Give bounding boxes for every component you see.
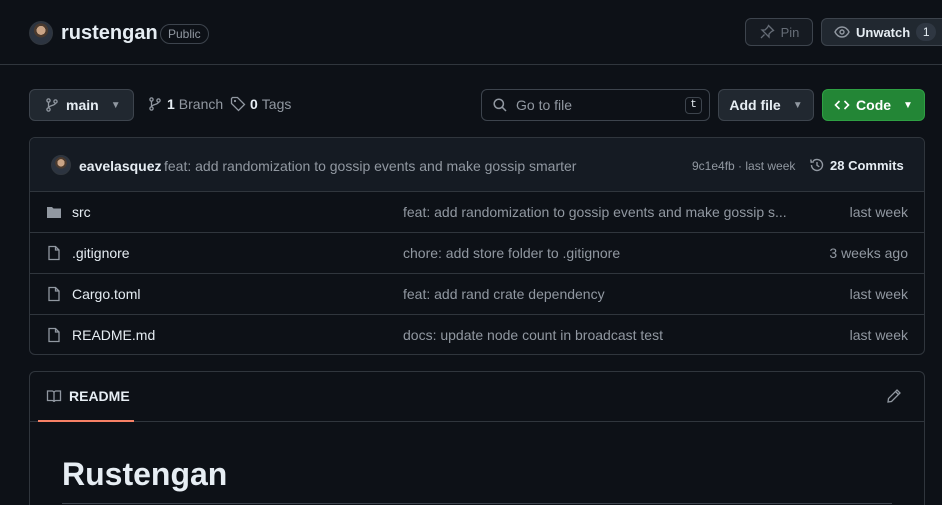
file-row[interactable]: Cargo.toml feat: add rand crate dependen… <box>30 274 924 315</box>
chevron-down-icon: ▼ <box>110 99 121 111</box>
file-commit-message[interactable]: feat: add randomization to gossip events… <box>403 204 787 220</box>
branch-name: main <box>66 97 99 113</box>
pencil-icon[interactable] <box>886 388 902 404</box>
book-icon <box>46 388 62 404</box>
tags-link[interactable]: 0 Tags <box>230 96 291 112</box>
search-icon <box>492 97 508 113</box>
file-browser: eavelasquez feat: add randomization to g… <box>29 137 925 355</box>
repo-header: rustengan Public Pin Unwatch 1 ▼ <box>0 0 942 65</box>
keyboard-shortcut-badge: t <box>685 97 702 114</box>
add-file-label: Add file <box>729 97 781 113</box>
file-icon <box>46 327 62 343</box>
branch-selector[interactable]: main ▼ <box>29 89 134 121</box>
chevron-down-icon: ▼ <box>792 99 803 111</box>
history-icon <box>809 157 825 173</box>
commits-history-link[interactable]: 28 Commits <box>809 157 904 173</box>
file-commit-date: last week <box>849 327 908 343</box>
unwatch-label: Unwatch <box>856 24 911 40</box>
file-row[interactable]: .gitignore chore: add store folder to .g… <box>30 233 924 274</box>
commits-count-label: 28 Commits <box>830 157 904 173</box>
unwatch-button[interactable]: Unwatch 1 ▼ <box>821 18 942 46</box>
file-name[interactable]: README.md <box>72 327 155 343</box>
repo-name[interactable]: rustengan <box>61 22 158 45</box>
git-branch-icon <box>44 97 60 113</box>
go-to-file-search[interactable]: t <box>481 89 710 121</box>
readme-divider <box>62 503 892 504</box>
file-row[interactable]: src feat: add randomization to gossip ev… <box>30 192 924 233</box>
pin-button[interactable]: Pin <box>745 18 813 46</box>
file-name[interactable]: Cargo.toml <box>72 286 140 302</box>
commit-message[interactable]: feat: add randomization to gossip events… <box>164 158 576 174</box>
file-commit-message[interactable]: chore: add store folder to .gitignore <box>403 245 620 261</box>
search-input[interactable] <box>516 97 666 113</box>
chevron-down-icon: ▼ <box>903 99 913 111</box>
file-icon <box>46 286 62 302</box>
file-commit-date: last week <box>849 204 908 220</box>
readme-tab-label: README <box>69 388 130 404</box>
commit-author-avatar[interactable] <box>51 155 71 175</box>
readme-title: Rustengan <box>62 456 228 492</box>
file-commit-date: last week <box>849 286 908 302</box>
readme-header: README <box>30 372 924 422</box>
file-commit-message[interactable]: feat: add rand crate dependency <box>403 286 605 302</box>
commit-author[interactable]: eavelasquez <box>79 158 162 174</box>
branches-link[interactable]: 1 Branch <box>147 96 223 112</box>
file-icon <box>46 245 62 261</box>
file-row[interactable]: README.md docs: update node count in bro… <box>30 315 924 354</box>
branch-count: 1 <box>167 96 175 112</box>
code-button[interactable]: Code ▼ <box>822 89 925 121</box>
code-icon <box>834 97 850 113</box>
code-label: Code <box>856 97 892 113</box>
file-commit-date: 3 weeks ago <box>829 245 908 261</box>
branch-label: Branch <box>178 96 224 112</box>
add-file-button[interactable]: Add file ▼ <box>718 89 814 121</box>
file-commit-message[interactable]: docs: update node count in broadcast tes… <box>403 327 663 343</box>
tag-label: Tags <box>261 96 292 112</box>
file-name[interactable]: src <box>72 204 91 220</box>
tag-icon <box>230 96 246 112</box>
readme-panel: README Rustengan <box>29 371 925 505</box>
pin-label: Pin <box>780 24 800 40</box>
visibility-badge: Public <box>160 24 209 44</box>
tag-count: 0 <box>250 96 258 112</box>
eye-icon <box>834 24 850 40</box>
owner-avatar[interactable] <box>29 21 53 45</box>
file-name[interactable]: .gitignore <box>72 245 130 261</box>
commit-hash-and-time[interactable]: 9c1e4fb · last week <box>692 159 795 173</box>
folder-icon <box>46 204 62 220</box>
latest-commit-bar: eavelasquez feat: add randomization to g… <box>30 138 924 192</box>
pin-icon <box>759 24 775 40</box>
tab-readme[interactable]: README <box>38 372 134 422</box>
watch-count: 1 <box>916 23 937 41</box>
git-branch-icon <box>147 96 163 112</box>
